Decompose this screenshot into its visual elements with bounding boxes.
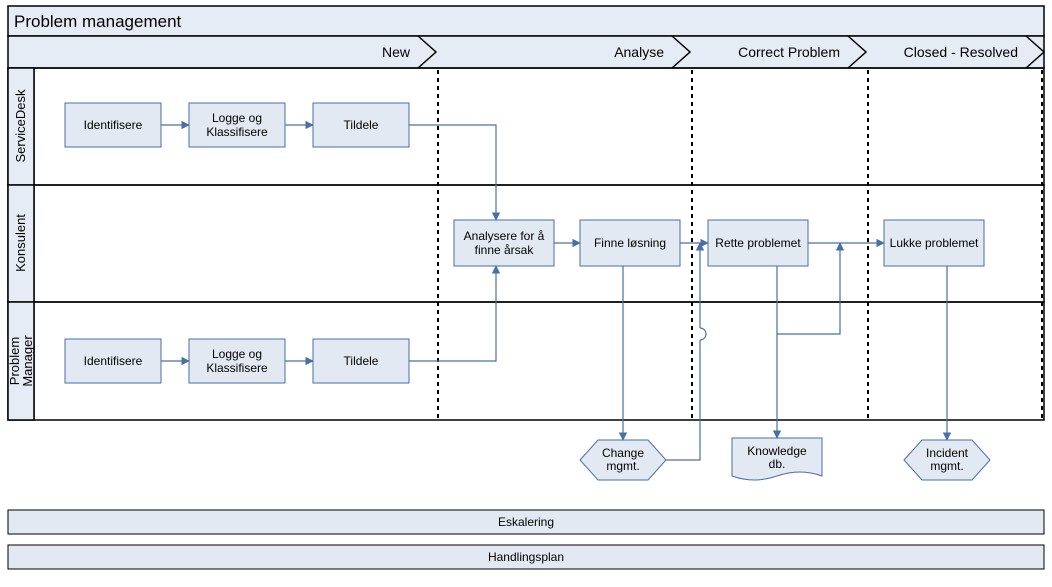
svg-text:db.: db. — [769, 457, 786, 471]
phase-new: New — [382, 44, 411, 60]
svg-text:Identifisere: Identifisere — [84, 118, 143, 132]
svg-text:Change: Change — [602, 446, 644, 460]
svg-text:Handlingsplan: Handlingsplan — [488, 550, 564, 564]
svg-text:mgmt.: mgmt. — [606, 459, 639, 473]
bar-eskalering: Eskalering — [8, 510, 1044, 534]
phase-analyse: Analyse — [614, 44, 664, 60]
svg-text:Finne løsning: Finne løsning — [594, 236, 666, 250]
box-pm-logge: Logge og Klassifisere — [189, 339, 285, 383]
box-sd-identifisere: Identifisere — [65, 103, 161, 147]
box-k-finne: Finne løsning — [580, 220, 680, 266]
svg-text:Manager: Manager — [20, 335, 35, 387]
svg-text:Analysere for å: Analysere for å — [464, 229, 545, 243]
svg-text:Lukke problemet: Lukke problemet — [890, 236, 979, 250]
connectors — [161, 125, 947, 460]
svg-text:Tildele: Tildele — [344, 118, 379, 132]
phase-correct: Correct Problem — [738, 44, 840, 60]
box-pm-tildele: Tildele — [313, 339, 409, 383]
box-k-lukke: Lukke problemet — [884, 220, 984, 266]
diagram-title: Problem management — [14, 12, 182, 31]
svg-text:Rette problemet: Rette problemet — [715, 236, 801, 250]
lane-konsulent: Konsulent — [13, 214, 28, 272]
svg-text:finne årsak: finne årsak — [475, 243, 535, 257]
svg-text:Identifisere: Identifisere — [84, 354, 143, 368]
svg-text:Incident: Incident — [926, 446, 969, 460]
svg-text:Tildele: Tildele — [344, 354, 379, 368]
box-k-rette: Rette problemet — [708, 220, 808, 266]
output-knowledge-db: Knowledge db. — [732, 438, 822, 480]
svg-text:Klassifisere: Klassifisere — [206, 125, 268, 139]
output-change-mgmt: Change mgmt. — [580, 440, 666, 480]
swimlane-frame: Problem management ServiceDesk Konsulent… — [7, 6, 1044, 420]
box-sd-tildele: Tildele — [313, 103, 409, 147]
svg-text:Logge og: Logge og — [212, 347, 262, 361]
box-pm-identifisere: Identifisere — [65, 339, 161, 383]
phase-closed: Closed - Resolved — [904, 44, 1018, 60]
box-sd-logge: Logge og Klassifisere — [189, 103, 285, 147]
svg-text:Logge og: Logge og — [212, 111, 262, 125]
svg-text:Klassifisere: Klassifisere — [206, 361, 268, 375]
lane-problem-manager: Problem Manager — [7, 335, 35, 387]
lane-servicedesk: ServiceDesk — [13, 89, 28, 162]
output-incident-mgmt: Incident mgmt. — [904, 440, 990, 480]
svg-text:Knowledge: Knowledge — [747, 444, 807, 458]
bar-handlingsplan: Handlingsplan — [8, 545, 1044, 569]
svg-text:mgmt.: mgmt. — [930, 459, 963, 473]
box-k-analysere: Analysere for å finne årsak — [454, 220, 554, 266]
svg-text:Eskalering: Eskalering — [498, 515, 554, 529]
